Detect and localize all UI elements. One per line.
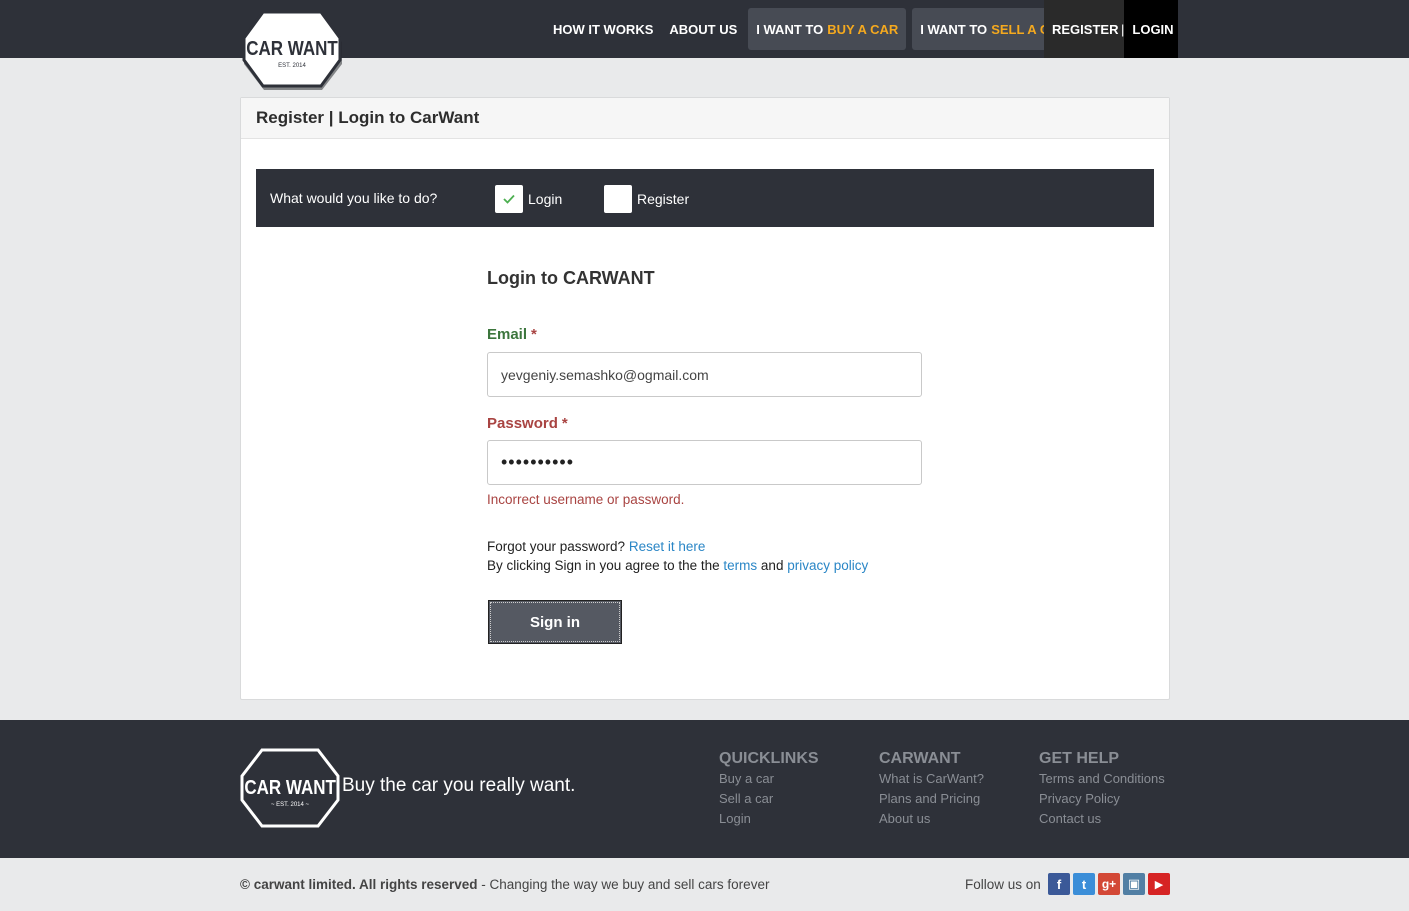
carwant-logo[interactable]: CAR WANT EST. 2014 [241,10,343,90]
password-field[interactable]: •••••••••• [487,440,922,485]
login-option-label[interactable]: Login [528,191,562,207]
footer-link-buy-a-car[interactable]: Buy a car [719,769,819,789]
email-field[interactable]: yevgeniy.semashko@ogmail.com [487,352,922,397]
required-mark: * [561,415,568,432]
nav-about-us[interactable]: ABOUT US [661,0,745,58]
email-label: Email * [487,326,537,343]
choice-question: What would you like to do? [270,190,438,206]
register-checkbox[interactable] [604,185,632,213]
nav-how-it-works[interactable]: HOW IT WORKS [545,0,661,58]
logo-est: EST. 2014 [278,63,306,69]
instagram-icon[interactable]: ▣ [1123,873,1145,895]
login-checkbox[interactable] [495,185,523,213]
footer-link-privacy[interactable]: Privacy Policy [1039,789,1165,809]
facebook-icon[interactable]: f [1048,873,1070,895]
footer-col-carwant: CARWANT What is CarWant? Plans and Prici… [879,750,984,829]
top-navbar: HOW IT WORKS ABOUT US I WANT TO BUY A CA… [0,0,1409,58]
footer-link-about-us[interactable]: About us [879,809,984,829]
google-plus-icon[interactable]: g+ [1098,873,1120,895]
youtube-icon[interactable]: ▶ [1148,873,1170,895]
main-nav: HOW IT WORKS ABOUT US I WANT TO BUY A CA… [545,0,1079,58]
nav-register[interactable]: REGISTER [1044,0,1121,58]
nav-sell-prefix: I WANT TO [920,21,988,37]
footer-link-terms[interactable]: Terms and Conditions [1039,769,1165,789]
required-mark: * [531,326,537,343]
bottom-bar: © carwant limited. All rights reserved -… [0,858,1409,911]
agree-text: By clicking Sign in you agree to the the [487,558,720,573]
twitter-icon[interactable]: t [1073,873,1095,895]
forgot-password-block: Forgot your password? Reset it here By c… [487,537,868,575]
footer-col-get-help: GET HELP Terms and Conditions Privacy Po… [1039,750,1165,829]
sign-in-button[interactable]: Sign in [488,600,622,644]
footer-tagline: Buy the car you really want. [342,775,576,796]
logo-text: CAR WANT [246,37,338,60]
register-option-label[interactable]: Register [637,191,689,207]
footer: CAR WANT ~ EST. 2014 ~ Buy the car you r… [0,720,1409,858]
auth-nav: REGISTER | LOGIN [1044,0,1179,58]
forgot-text: Forgot your password? [487,539,626,554]
footer-col-heading: CARWANT [879,750,961,767]
privacy-policy-link[interactable]: privacy policy [787,558,868,573]
copyright-bold: © carwant limited. All rights reserved [240,877,478,892]
checkmark-icon [503,194,515,204]
reset-password-link[interactable]: Reset it here [629,539,706,554]
auth-card: Register | Login to CarWant What would y… [240,97,1170,700]
footer-link-what-is-carwant[interactable]: What is CarWant? [879,769,984,789]
footer-link-login[interactable]: Login [719,809,819,829]
password-label-text: Password [487,415,558,432]
email-label-text: Email [487,326,528,343]
form-title: Login to CARWANT [487,268,655,288]
footer-col-quicklinks: QUICKLINKS Buy a car Sell a car Login [719,750,819,829]
nav-buy-highlight: BUY A CAR [827,21,899,37]
footer-link-plans-pricing[interactable]: Plans and Pricing [879,789,984,809]
footer-link-sell-a-car[interactable]: Sell a car [719,789,819,809]
nav-buy-a-car[interactable]: I WANT TO BUY A CAR [748,8,907,50]
footer-logo[interactable]: CAR WANT ~ EST. 2014 ~ [240,748,340,828]
nav-buy-prefix: I WANT TO [756,21,824,37]
footer-col-heading: QUICKLINKS [719,750,819,767]
login-error-message: Incorrect username or password. [487,492,685,507]
follow-us-text: Follow us on [965,877,1041,892]
copyright-rest: - Changing the way we buy and sell cars … [481,877,770,892]
footer-link-contact[interactable]: Contact us [1039,809,1165,829]
and-text: and [760,558,784,573]
footer-logo-est: ~ EST. 2014 ~ [271,802,310,808]
nav-login[interactable]: LOGIN [1124,0,1179,58]
footer-logo-text: CAR WANT [244,776,336,799]
footer-col-heading: GET HELP [1039,750,1120,767]
copyright: © carwant limited. All rights reserved -… [240,877,769,892]
terms-link[interactable]: terms [723,558,757,573]
card-title: Register | Login to CarWant [241,98,1169,139]
action-choice-bar: What would you like to do? Login Registe… [256,169,1154,227]
password-label: Password * [487,415,568,432]
